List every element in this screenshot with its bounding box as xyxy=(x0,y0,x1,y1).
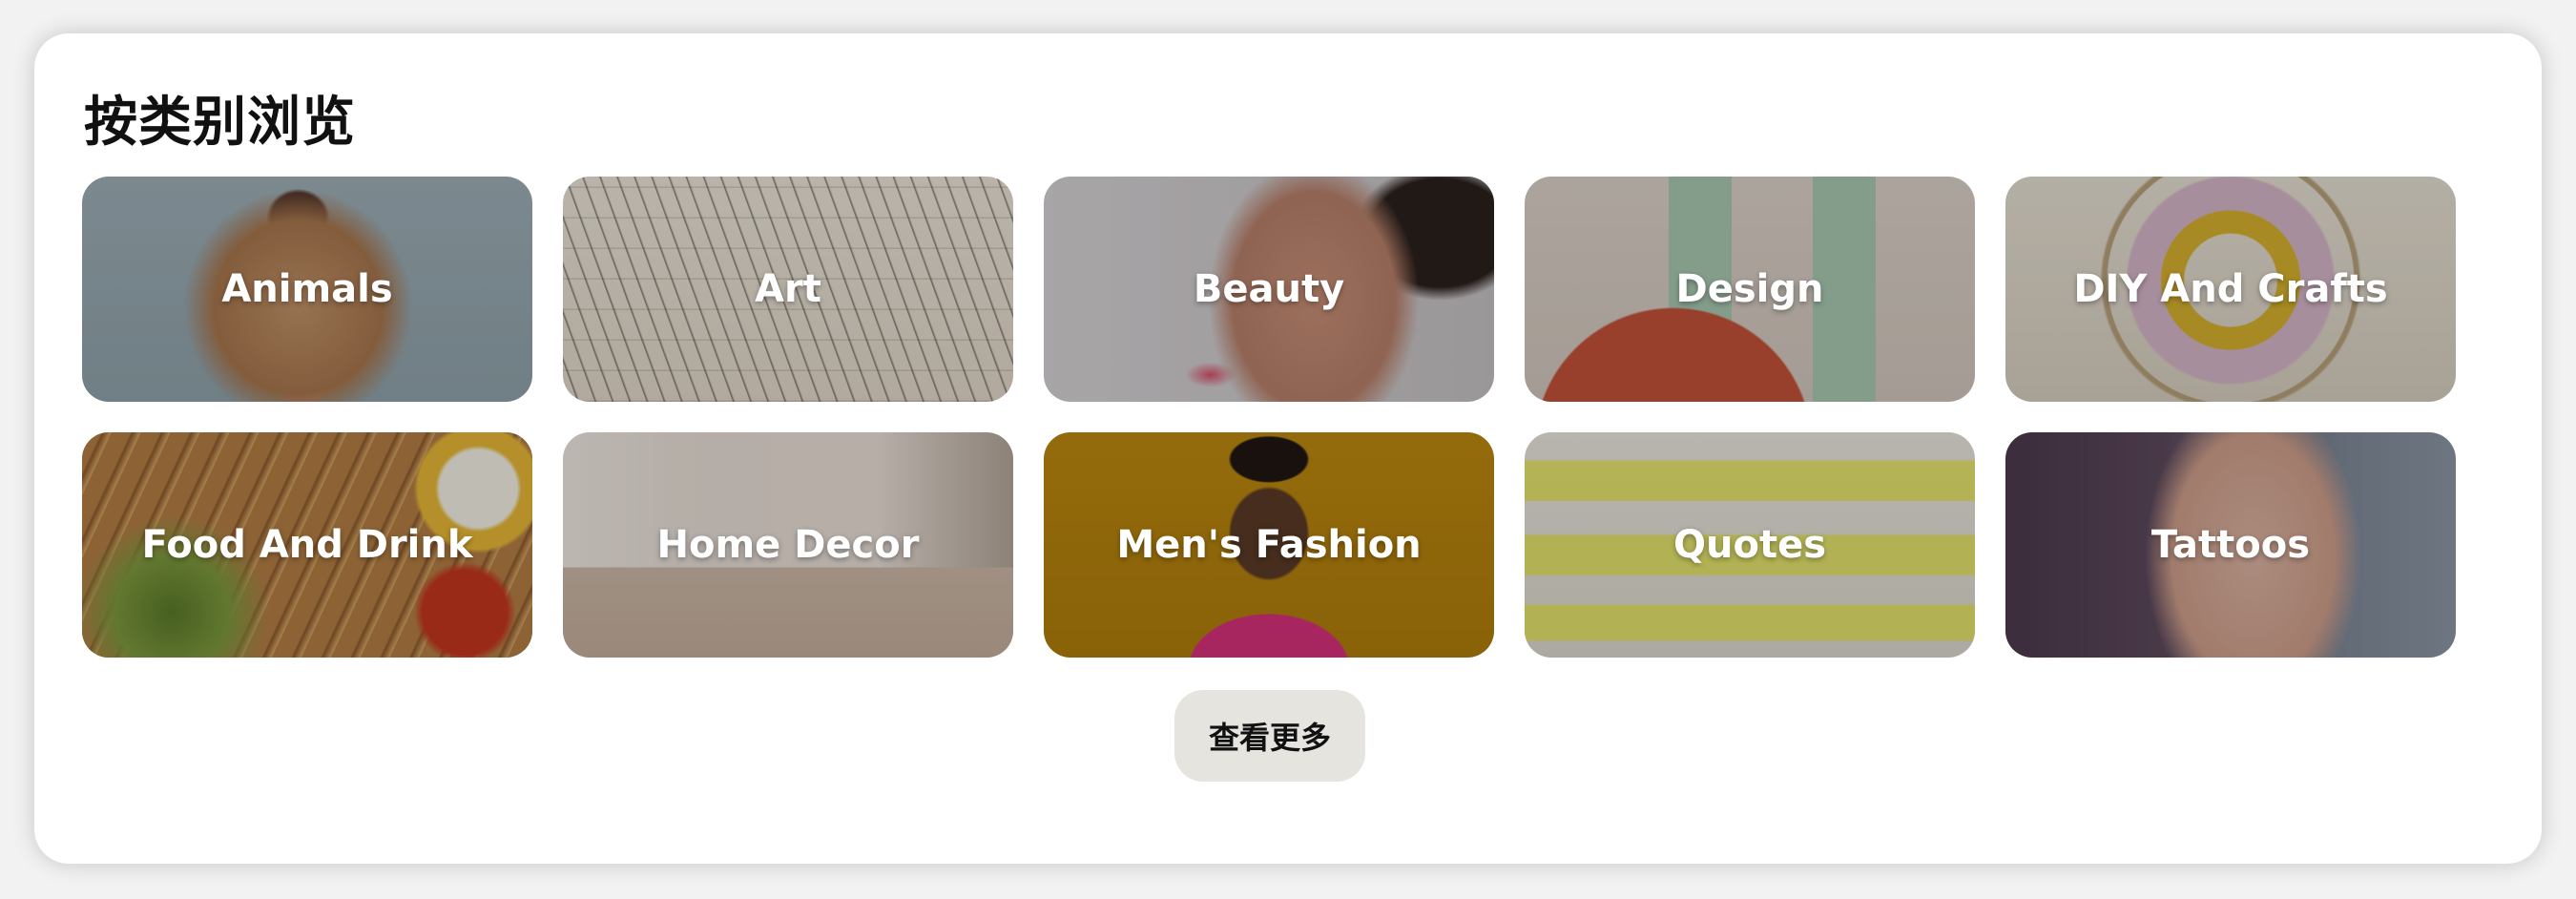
section-title: 按类别浏览 xyxy=(84,92,356,154)
category-label-tattoos: Tattoos xyxy=(2150,523,2311,567)
category-label-art: Art xyxy=(755,267,821,311)
category-tile-quotes[interactable]: Quotes xyxy=(1525,432,1975,658)
category-tile-home-decor[interactable]: Home Decor xyxy=(563,432,1013,658)
category-label-diy-and-crafts: DIY And Crafts xyxy=(2073,267,2388,311)
category-tile-design[interactable]: Design xyxy=(1525,177,1975,402)
category-tile-tattoos[interactable]: Tattoos xyxy=(2005,432,2456,658)
category-browser-card: 按类别浏览 Animals Art Beauty Design DIY And … xyxy=(34,33,2542,864)
category-label-home-decor: Home Decor xyxy=(656,523,920,567)
category-label-design: Design xyxy=(1675,267,1824,311)
category-label-beauty: Beauty xyxy=(1193,267,1345,311)
category-label-quotes: Quotes xyxy=(1672,523,1827,567)
see-more-button[interactable]: 查看更多 xyxy=(1174,690,1365,782)
category-tile-diy-and-crafts[interactable]: DIY And Crafts xyxy=(2005,177,2456,402)
category-tile-mens-fashion[interactable]: Men's Fashion xyxy=(1044,432,1494,658)
category-grid: Animals Art Beauty Design DIY And Crafts… xyxy=(82,177,2493,658)
category-tile-food-and-drink[interactable]: Food And Drink xyxy=(82,432,532,658)
category-label-food-and-drink: Food And Drink xyxy=(141,523,473,567)
category-label-mens-fashion: Men's Fashion xyxy=(1116,523,1422,567)
category-tile-art[interactable]: Art xyxy=(563,177,1013,402)
category-label-animals: Animals xyxy=(221,267,393,311)
category-tile-animals[interactable]: Animals xyxy=(82,177,532,402)
category-tile-beauty[interactable]: Beauty xyxy=(1044,177,1494,402)
page-background: 按类别浏览 Animals Art Beauty Design DIY And … xyxy=(0,0,2576,899)
